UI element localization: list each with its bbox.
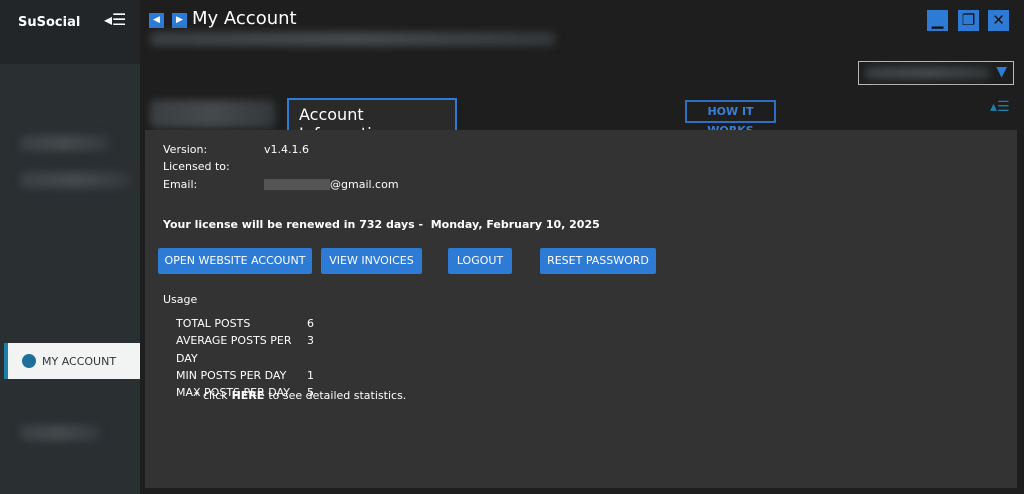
brand-area: SuSocial ◂☰ bbox=[0, 0, 140, 64]
app-logo: SuSocial bbox=[18, 15, 81, 30]
version-value: v1.4.1.6 bbox=[264, 143, 309, 156]
forward-button[interactable]: ▶ bbox=[172, 13, 187, 28]
how-it-works-button[interactable]: HOW IT WORKS bbox=[685, 100, 776, 137]
view-invoices-button[interactable]: VIEW INVOICES bbox=[321, 248, 422, 274]
usage-row: TOTAL POSTS 6 bbox=[176, 315, 314, 332]
licensed-label: Licensed to: bbox=[163, 160, 230, 173]
user-circle-icon bbox=[22, 354, 36, 368]
usage-title: Usage bbox=[163, 293, 198, 306]
menu-toggle-icon[interactable]: ◂☰ bbox=[104, 12, 128, 29]
version-label: Version: bbox=[163, 143, 208, 156]
usage-label: AVERAGE POSTS PER DAY bbox=[176, 334, 292, 365]
close-button[interactable]: ✕ bbox=[988, 10, 1009, 31]
usage-row: AVERAGE POSTS PER DAY 3 bbox=[176, 332, 314, 367]
open-website-account-button[interactable]: OPEN WEBSITE ACCOUNT bbox=[158, 248, 312, 274]
statistics-link[interactable]: HERE bbox=[232, 389, 265, 402]
email-label: Email: bbox=[163, 178, 198, 191]
account-info-panel: Version: v1.4.1.6 Licensed to: Email: @g… bbox=[145, 130, 1017, 488]
redacted-email bbox=[264, 179, 330, 190]
chevron-down-icon: ▼ bbox=[996, 64, 1007, 80]
blurred-nav-item[interactable] bbox=[20, 172, 130, 188]
note-text: * click bbox=[194, 389, 228, 402]
tab-account-information[interactable]: Account Information bbox=[287, 98, 457, 143]
back-button[interactable]: ◀ bbox=[149, 13, 164, 28]
panel-menu-icon[interactable]: ▴☰ bbox=[990, 99, 1010, 115]
minimize-button[interactable]: ▁ bbox=[927, 10, 948, 31]
sidebar: SuSocial ◂☰ MY ACCOUNT bbox=[0, 0, 140, 494]
logout-button[interactable]: LOGOUT bbox=[448, 248, 512, 274]
blurred-subtitle bbox=[150, 32, 555, 46]
statistics-note: * click HERE to see detailed statistics. bbox=[194, 389, 406, 402]
blurred-tab[interactable] bbox=[150, 100, 275, 128]
reset-password-button[interactable]: RESET PASSWORD bbox=[540, 248, 656, 274]
usage-value: 6 bbox=[307, 317, 314, 330]
renewal-notice: Your license will be renewed in 732 days… bbox=[163, 218, 600, 231]
page-title: My Account bbox=[192, 8, 297, 29]
sidebar-item-label: MY ACCOUNT bbox=[42, 354, 117, 368]
usage-value: 1 bbox=[307, 368, 314, 382]
sidebar-item-my-account[interactable]: MY ACCOUNT bbox=[4, 343, 140, 379]
email-value: @gmail.com bbox=[330, 178, 399, 191]
blurred-nav-item[interactable] bbox=[20, 425, 100, 441]
usage-value: 3 bbox=[307, 334, 314, 348]
blurred-nav-item[interactable] bbox=[20, 135, 110, 151]
usage-row: MIN POSTS PER DAY 1 bbox=[176, 367, 314, 384]
dropdown-value bbox=[865, 67, 990, 79]
restore-button[interactable]: ❐ bbox=[958, 10, 979, 31]
usage-label: MIN POSTS PER DAY bbox=[176, 368, 287, 382]
note-text: to see detailed statistics. bbox=[268, 389, 407, 402]
account-dropdown[interactable]: ▼ bbox=[858, 61, 1014, 85]
usage-label: TOTAL POSTS bbox=[176, 317, 251, 330]
